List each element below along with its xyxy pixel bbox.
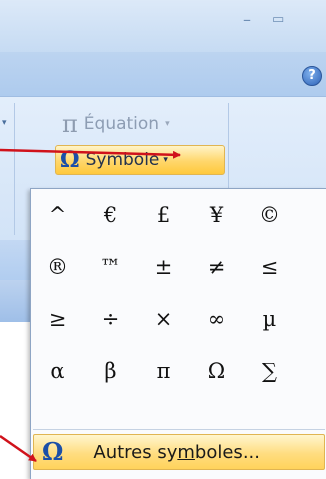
omega-icon: Ω [42, 437, 64, 466]
symbol-cell[interactable]: € [84, 189, 137, 241]
omega-icon: Ω [60, 147, 80, 173]
symbol-cell[interactable]: £ [137, 189, 190, 241]
menu-divider [33, 429, 325, 430]
ribbon-tab-row: ? [0, 52, 326, 97]
symbol-cell[interactable]: ™ [84, 241, 137, 293]
symbol-cell[interactable]: α [31, 345, 84, 397]
symbol-button[interactable]: Ω Symbole ▾ [55, 145, 225, 175]
symbol-cell[interactable]: ¥ [190, 189, 243, 241]
symbol-grid: ^ € £ ¥ © ® ™ ± ≠ ≤ ≥ ÷ × ∞ µ α β π Ω ∑ [31, 189, 326, 397]
mnemonic-letter: m [177, 441, 195, 463]
group-divider-right [228, 103, 229, 193]
symbol-cell[interactable]: ≥ [31, 293, 84, 345]
chevron-down-icon: ▾ [163, 155, 168, 165]
equation-label: Équation [83, 114, 160, 134]
minimize-icon[interactable]: – [243, 12, 251, 28]
chevron-down-icon: ▾ [165, 119, 170, 129]
symbol-cell[interactable]: ≠ [190, 241, 243, 293]
equation-button[interactable]: π Équation ▾ [62, 110, 170, 138]
symbol-cell[interactable]: π [137, 345, 190, 397]
word-ribbon-screenshot: – ▭ ? ▾ π Équation ▾ Ω Symbole ▾ ^ € £ ¥… [0, 0, 326, 479]
symbol-dropdown: ^ € £ ¥ © ® ™ ± ≠ ≤ ≥ ÷ × ∞ µ α β π Ω ∑ … [30, 188, 326, 479]
symbol-row: ≥ ÷ × ∞ µ [31, 293, 326, 345]
symbol-label: Symbole [85, 150, 160, 170]
symbol-row: ® ™ ± ≠ ≤ [31, 241, 326, 293]
symbol-cell[interactable]: ∑ [243, 345, 296, 397]
more-symbols-label: Autres symboles... [93, 441, 260, 463]
symbol-cell[interactable]: ^ [31, 189, 84, 241]
symbol-cell[interactable]: ÷ [84, 293, 137, 345]
symbol-cell[interactable]: ® [31, 241, 84, 293]
help-icon[interactable]: ? [302, 66, 322, 86]
symbol-cell[interactable]: ∞ [190, 293, 243, 345]
symbol-cell[interactable]: β [84, 345, 137, 397]
symbol-cell[interactable]: ± [137, 241, 190, 293]
group-divider [14, 103, 15, 235]
title-bar: – ▭ [0, 0, 326, 52]
symbol-cell[interactable]: × [137, 293, 190, 345]
symbol-row: ^ € £ ¥ © [31, 189, 326, 241]
symbol-cell[interactable]: Ω [190, 345, 243, 397]
chevron-down-icon[interactable]: ▾ [2, 118, 7, 128]
symbol-cell[interactable]: µ [243, 293, 296, 345]
symbol-cell[interactable]: © [243, 189, 296, 241]
restore-icon[interactable]: ▭ [272, 12, 284, 28]
pi-icon: π [62, 110, 78, 138]
symbol-cell[interactable]: ≤ [243, 241, 296, 293]
symbol-row: α β π Ω ∑ [31, 345, 326, 397]
more-symbols-menu-item[interactable]: Ω Autres symboles... [33, 434, 325, 470]
